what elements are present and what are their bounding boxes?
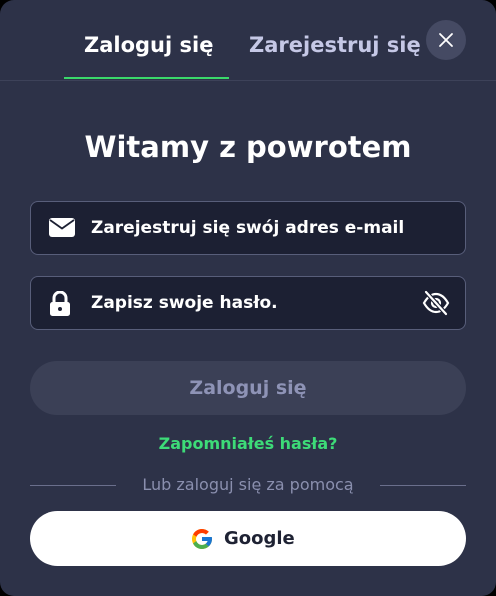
password-visibility-toggle[interactable] (421, 289, 451, 317)
page-title: Witamy z powrotem (84, 130, 412, 164)
auth-tabs: Zaloguj się Zarejestruj się (0, 0, 496, 81)
divider-line-right (380, 485, 466, 486)
active-tab-indicator (64, 77, 229, 79)
divider-text: Lub zaloguj się za pomocą (142, 475, 354, 494)
password-input[interactable] (91, 277, 421, 329)
eye-off-icon (422, 290, 450, 316)
lock-icon (50, 291, 70, 316)
google-logo-icon (192, 529, 212, 549)
password-field[interactable] (30, 276, 466, 330)
forgot-password-link[interactable]: Zapomniałeś hasła? (0, 434, 496, 453)
google-button-label: Google (224, 528, 295, 549)
tab-register[interactable]: Zarejestruj się (249, 28, 421, 62)
envelope-icon (49, 218, 75, 237)
email-field[interactable] (30, 201, 466, 255)
tab-login[interactable]: Zaloguj się (84, 28, 213, 62)
login-button[interactable]: Zaloguj się (30, 361, 466, 415)
close-button[interactable] (426, 20, 466, 60)
close-icon (439, 33, 453, 47)
google-login-button[interactable]: Google (30, 511, 466, 566)
email-input[interactable] (91, 202, 421, 254)
login-modal: Zaloguj się Zarejestruj się Witamy z pow… (0, 0, 496, 596)
divider-line-left (30, 485, 116, 486)
